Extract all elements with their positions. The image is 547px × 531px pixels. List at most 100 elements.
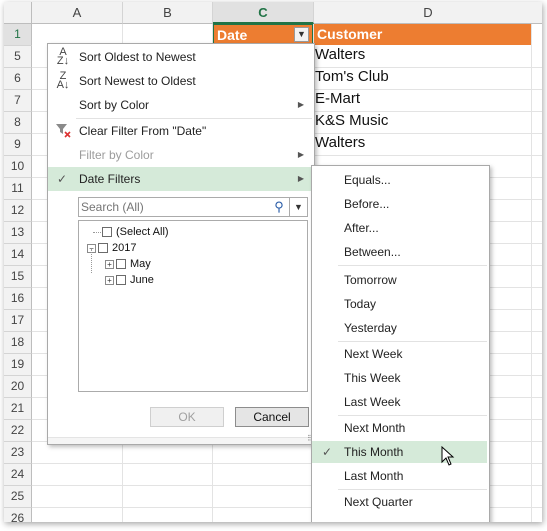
row-header-17[interactable]: 17 [4,310,32,332]
mouse-pointer-icon [441,446,455,466]
row-header-24[interactable]: 24 [4,464,32,486]
submenu-item[interactable]: Between... [312,241,487,263]
row-header-12[interactable]: 12 [4,200,32,222]
submenu-label: Before... [344,197,390,211]
filter-dropdown-button[interactable]: ▼ [294,27,309,42]
submenu-item[interactable]: Next Week [312,343,487,365]
tree-item-label: June [130,274,154,286]
expand-icon[interactable]: + [105,259,114,269]
submenu-item[interactable]: Before... [312,193,487,215]
filter-icon: ▼ [297,29,306,39]
ok-button[interactable]: OK [150,407,224,427]
row-header-13[interactable]: 13 [4,222,32,244]
gridline [531,24,532,522]
tree-item-month[interactable]: + June [105,272,154,288]
sort-oldest-to-newest[interactable]: A Z↓ Sort Oldest to Newest [48,45,312,69]
submenu-item[interactable]: Yesterday [312,317,487,339]
row-header-14[interactable]: 14 [4,244,32,266]
submenu-item[interactable]: Last Month [312,465,487,487]
checkbox[interactable] [102,227,112,238]
row-header-11[interactable]: 11 [4,178,32,200]
submenu-item-selected[interactable]: ✓ This Month [312,441,487,463]
customer-cell[interactable]: Walters [315,44,515,66]
row-header-21[interactable]: 21 [4,398,32,420]
row-header-23[interactable]: 23 [4,442,32,464]
submenu-label: Between... [344,245,401,259]
filter-by-color: Filter by Color ▶ [48,143,312,167]
checkbox[interactable] [116,259,126,270]
submenu-label: Last Month [344,469,404,483]
submenu-item[interactable]: Next Quarter [312,491,487,513]
row-header-16[interactable]: 16 [4,288,32,310]
search-icon: ⚲ [274,199,284,214]
tree-item-select-all[interactable]: (Select All) [102,224,169,240]
row-header-20[interactable]: 20 [4,376,32,398]
row-header-18[interactable]: 18 [4,332,32,354]
column-header-a[interactable]: A [32,2,123,24]
select-all-corner[interactable] [4,2,32,24]
cancel-button[interactable]: Cancel [235,407,309,427]
search-dropdown-button[interactable]: ▼ [289,198,307,216]
row-header-22[interactable]: 22 [4,420,32,442]
clear-filter[interactable]: Clear Filter From "Date" [48,119,312,143]
customer-cell[interactable]: K&S Music [315,110,515,132]
row-header-25[interactable]: 25 [4,486,32,508]
row-header-10[interactable]: 10 [4,156,32,178]
column-header-b[interactable]: B [123,2,213,24]
date-header-label: Date [217,27,248,43]
checkbox[interactable] [98,243,108,254]
menu-label: Date Filters [79,172,141,186]
row-header-8[interactable]: 8 [4,112,32,134]
submenu-item[interactable]: Today [312,293,487,315]
expand-icon[interactable]: + [105,275,114,285]
row-header-6[interactable]: 6 [4,68,32,90]
submenu-item[interactable]: Next Month [312,417,487,439]
check-icon: ✓ [57,172,68,186]
sort-newest-to-oldest[interactable]: Z A↓ Sort Newest to Oldest [48,69,312,93]
check-icon: ✓ [322,445,333,459]
sort-by-color[interactable]: Sort by Color ▶ [48,93,312,117]
submenu-label: Next Month [344,421,406,435]
submenu-label: Next Week [344,347,403,361]
customer-cell[interactable]: E-Mart [315,88,515,110]
row-header-7[interactable]: 7 [4,90,32,112]
date-filters[interactable]: ✓ Date Filters ▶ [48,167,312,191]
clear-filter-icon [54,122,72,140]
submenu-item[interactable]: This Week [312,367,487,389]
submenu-label: Last Week [344,395,401,409]
customer-cell[interactable]: Walters [315,132,515,154]
row-header-5[interactable]: 5 [4,46,32,68]
submenu-label: This Week [344,371,401,385]
sort-descending-icon: Z A↓ [56,70,70,91]
menu-label: Clear Filter From "Date" [79,124,207,138]
tree-item-month[interactable]: + May [105,256,151,272]
submenu-item[interactable]: After... [312,217,487,239]
date-filters-submenu: Equals... Before... After... Between... … [311,165,490,522]
search-input[interactable] [81,199,276,215]
customer-header-cell[interactable]: Customer [314,24,531,45]
menu-label: Sort Oldest to Newest [79,50,196,64]
column-header-d[interactable]: D [314,2,542,24]
submenu-item[interactable]: Last Week [312,391,487,413]
row-header-15[interactable]: 15 [4,266,32,288]
row-header-26[interactable]: 26 [4,508,32,522]
date-header-cell[interactable]: Date ▼ [213,24,313,45]
submenu-label: Next Quarter [344,495,413,509]
submenu-label: Equals... [344,173,391,187]
tree-item-label: (Select All) [116,226,169,238]
submenu-item[interactable]: Equals... [312,169,487,191]
submenu-arrow-icon: ▶ [297,100,304,109]
submenu-item[interactable]: Tomorrow [312,269,487,291]
customer-cell[interactable]: Tom's Club [315,66,515,88]
row-header-1[interactable]: 1 [4,24,32,46]
tree-connector [91,249,92,273]
column-header-c[interactable]: C [213,2,314,24]
tree-item-year[interactable]: −2017 [87,240,136,256]
checkbox[interactable] [116,275,126,286]
row-header-19[interactable]: 19 [4,354,32,376]
row-header-9[interactable]: 9 [4,134,32,156]
filter-search-box[interactable]: ⚲ ▼ [78,197,308,217]
submenu-label: After... [344,221,379,235]
menu-label: Filter by Color [79,148,154,162]
autofilter-menu: A Z↓ Sort Oldest to Newest Z A↓ Sort Newes… [47,43,315,445]
